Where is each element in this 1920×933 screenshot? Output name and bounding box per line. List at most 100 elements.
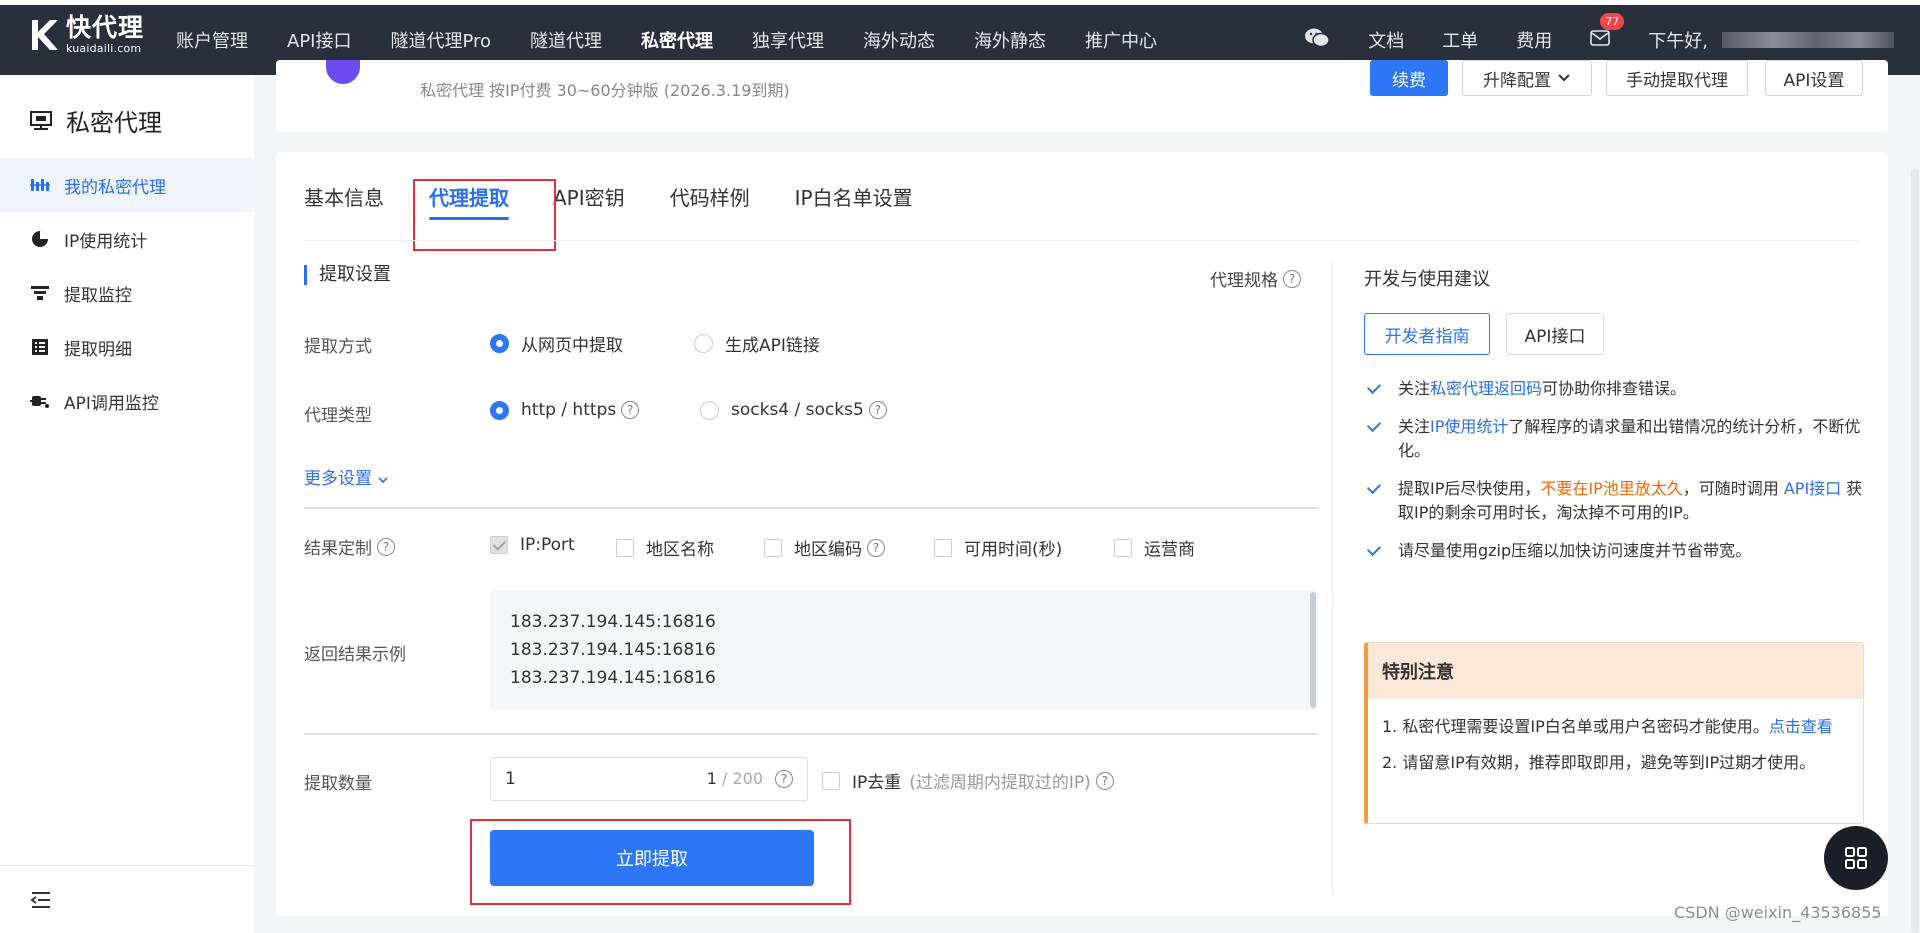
brand-logo[interactable]: 快代理 kuaidaili.com [28, 15, 144, 54]
field-isp-checkbox[interactable]: 运营商 [1114, 535, 1195, 560]
tab-ip-whitelist[interactable]: IP白名单设置 [795, 152, 913, 240]
sidebar-item-extract-details[interactable]: 提取明细 [0, 320, 254, 374]
extract-now-button[interactable]: 立即提取 [490, 830, 814, 886]
field-region-name-checkbox[interactable]: 地区名称 [616, 535, 714, 560]
method-radio-api[interactable]: 生成API链接 [694, 331, 820, 356]
collapse-menu-icon[interactable] [30, 890, 52, 910]
chevron-down-icon [378, 477, 388, 484]
nav-api[interactable]: API接口 [287, 27, 351, 53]
tip-item: 提取IP后尽快使用，不要在IP池里放太久，可随时调用 API接口 获取IP的剩余… [1364, 477, 1864, 525]
type-label: 代理类型 [304, 406, 372, 426]
more-settings-link[interactable]: 更多设置 [304, 464, 389, 489]
tab-api-key[interactable]: API密钥 [553, 152, 625, 240]
nav-overseas-static[interactable]: 海外静态 [974, 27, 1046, 53]
nav-account[interactable]: 账户管理 [176, 27, 248, 53]
tip-text: 请尽量使用gzip压缩以加快访问速度并节省带宽。 [1398, 541, 1752, 560]
nav-tunnel-pro[interactable]: 隧道代理Pro [390, 27, 491, 53]
field-region-code-checkbox[interactable]: 地区编码 ? [764, 535, 885, 560]
ip-stats-link[interactable]: IP使用统计 [1430, 417, 1508, 436]
type-radio-socks[interactable]: socks4 / socks5 ? [700, 400, 887, 420]
proxy-spec-label: 代理规格 [1210, 271, 1278, 291]
nav-promotion[interactable]: 推广中心 [1085, 27, 1157, 53]
tab-code-samples[interactable]: 代码样例 [670, 152, 750, 240]
radio-checked [490, 400, 509, 420]
scrollbar[interactable] [1310, 592, 1316, 708]
help-icon[interactable]: ? [867, 538, 885, 557]
help-icon[interactable]: ? [1283, 269, 1301, 288]
chevron-down-icon [1558, 74, 1570, 82]
brand-name: 快代理 [66, 13, 145, 42]
tab-bar: 基本信息 代理提取 API密钥 代码样例 IP白名单设置 [304, 152, 958, 240]
wechat-icon[interactable] [1304, 27, 1331, 54]
quantity-value: 1 [505, 769, 516, 789]
qty-label: 提取数量 [304, 774, 372, 794]
nav-docs[interactable]: 文档 [1368, 27, 1404, 53]
help-icon[interactable]: ? [377, 537, 395, 556]
result-line: 183.237.194.145:16816 [510, 640, 716, 660]
api-link[interactable]: API接口 [1784, 479, 1841, 498]
api-interface-button[interactable]: API接口 [1506, 313, 1604, 355]
tabs-divider [304, 240, 1860, 241]
nav-tunnel[interactable]: 隧道代理 [530, 27, 602, 53]
checkbox-label: 地区名称 [646, 540, 714, 560]
page-scrollbar[interactable] [1911, 168, 1919, 933]
radio-unchecked [694, 334, 713, 353]
help-icon[interactable]: ? [621, 401, 640, 419]
sidebar-item-ip-stats[interactable]: IP使用统计 [0, 212, 254, 266]
result-line: 183.237.194.145:16816 [510, 668, 716, 688]
help-icon[interactable]: ? [868, 401, 887, 419]
radio-label: http / https [521, 400, 617, 420]
nav-fees[interactable]: 费用 [1516, 27, 1552, 53]
dev-tips-panel: 开发与使用建议 开发者指南 API接口 关注私密代理返回码可协助你排查错误。 关… [1364, 260, 1864, 824]
sidebar-item-label: 我的私密代理 [64, 177, 166, 198]
watermark: CSDN @weixin_43536855 [1674, 903, 1882, 922]
nav-overseas-dynamic[interactable]: 海外动态 [863, 27, 935, 53]
logo-icon [32, 19, 58, 50]
check-icon [1366, 541, 1382, 557]
developer-guide-button[interactable]: 开发者指南 [1364, 313, 1490, 355]
manual-extract-button[interactable]: 手动提取代理 [1606, 60, 1748, 96]
bars-icon [30, 176, 50, 194]
help-icon[interactable]: ? [1095, 771, 1114, 790]
mail-icon[interactable]: 77 [1590, 12, 1625, 51]
divider [304, 733, 1318, 735]
renew-button[interactable]: 续费 [1370, 60, 1448, 96]
method-label: 提取方式 [304, 337, 372, 357]
click-view-link[interactable]: 点击查看 [1769, 717, 1833, 736]
notice-item: 2. 请留意IP有效期，推荐即取即用，避免等到IP过期才使用。 [1382, 753, 1816, 772]
sidebar-item-api-call-monitor[interactable]: API调用监控 [0, 374, 254, 428]
check-icon [1366, 479, 1382, 495]
plug-icon [30, 392, 50, 410]
sidebar-item-label: API调用监控 [64, 393, 159, 414]
return-codes-link[interactable]: 私密代理返回码 [1430, 379, 1542, 398]
username-redacted[interactable] [1722, 32, 1894, 48]
sidebar-item-my-private-proxy[interactable]: 我的私密代理 [0, 158, 254, 212]
field-available-time-checkbox[interactable]: 可用时间(秒) [934, 535, 1062, 560]
mail-badge: 77 [1600, 12, 1625, 30]
field-ipport-checkbox[interactable]: IP:Port [490, 535, 575, 555]
nav-dedicated[interactable]: 独享代理 [752, 27, 824, 53]
api-settings-button[interactable]: API设置 [1765, 60, 1863, 96]
tip-text: 提取IP后尽快使用， [1398, 479, 1541, 498]
more-settings-label: 更多设置 [304, 469, 372, 489]
result-line: 183.237.194.145:16816 [510, 612, 716, 632]
section-title: 提取设置 [304, 265, 391, 285]
result-example-box: 183.237.194.145:16816 183.237.194.145:16… [490, 590, 1318, 710]
proxy-spec-link[interactable]: 代理规格 ? [1210, 266, 1301, 291]
tip-item: 关注私密代理返回码可协助你排查错误。 [1364, 377, 1864, 401]
tab-basic-info[interactable]: 基本信息 [304, 152, 384, 240]
nav-tickets[interactable]: 工单 [1442, 27, 1478, 53]
notice-item: 1. 私密代理需要设置IP白名单或用户名密码才能使用。点击查看 [1382, 715, 1849, 739]
quantity-input[interactable]: 1 1 / 200 ? [490, 757, 808, 801]
upgrade-config-button[interactable]: 升降配置 [1462, 60, 1592, 96]
floating-menu-button[interactable] [1824, 826, 1888, 890]
type-radio-http[interactable]: http / https ? [490, 400, 640, 420]
nav-private-proxy[interactable]: 私密代理 [641, 27, 713, 53]
example-label: 返回结果示例 [304, 645, 406, 665]
sidebar: 私密代理 我的私密代理 IP使用统计 提取监控 提取明细 API调用监控 [0, 75, 254, 933]
help-icon[interactable]: ? [775, 770, 793, 788]
sidebar-item-extract-monitor[interactable]: 提取监控 [0, 266, 254, 320]
dedup-checkbox[interactable]: IP去重 (过滤周期内提取过的IP) ? [822, 768, 1114, 793]
result-custom-label: 结果定制 ? [304, 534, 395, 559]
method-radio-web[interactable]: 从网页中提取 [490, 331, 623, 356]
